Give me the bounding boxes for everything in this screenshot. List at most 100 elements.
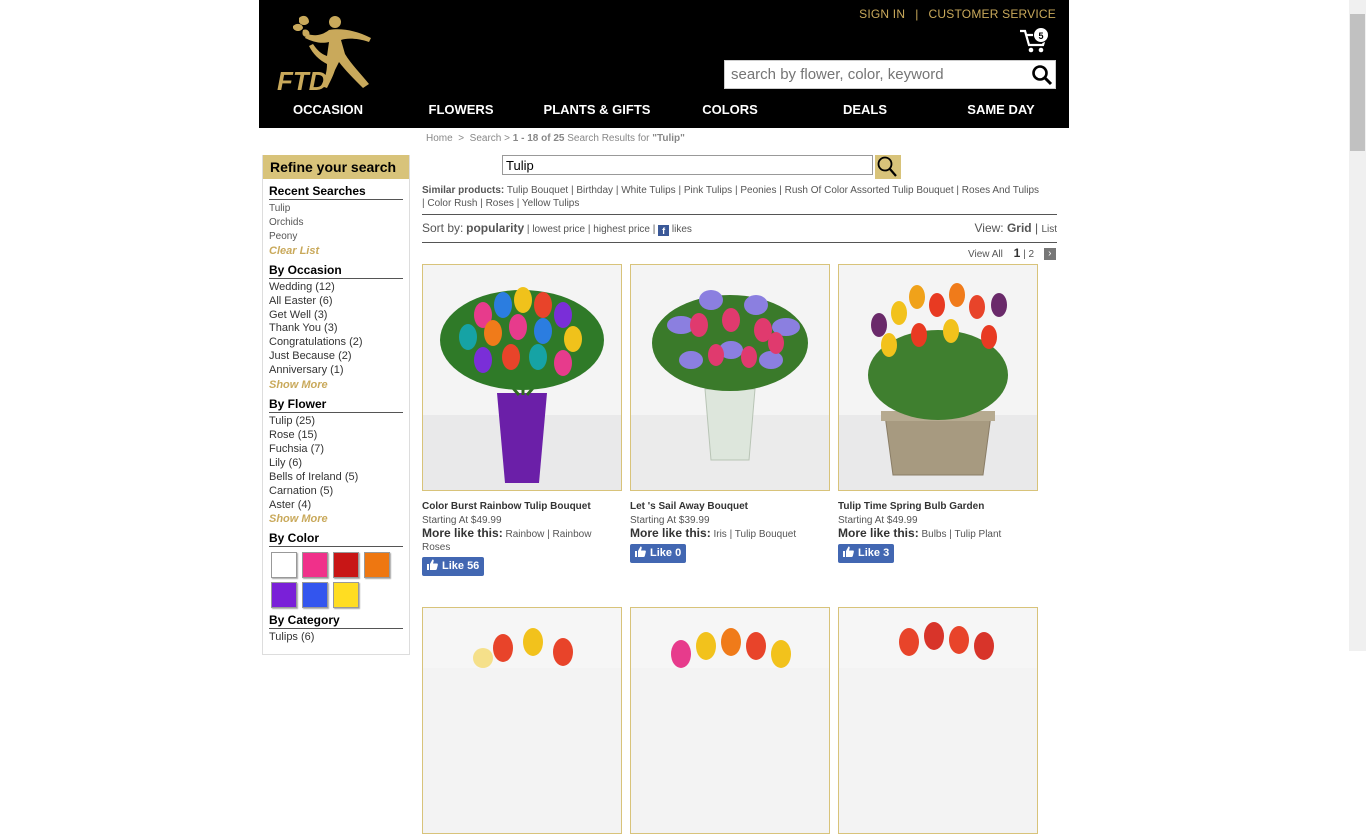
clear-list-link[interactable]: Clear List (269, 244, 403, 258)
similar-link[interactable]: Birthday (576, 185, 613, 196)
occasion-filter-item[interactable]: Just Because (2) (269, 350, 403, 364)
flower-filter-item[interactable]: Rose (15) (269, 429, 403, 443)
breadcrumb-home[interactable]: Home (426, 133, 453, 144)
color-swatch-orange[interactable] (364, 552, 390, 579)
nav-flowers[interactable]: FLOWERS (397, 102, 525, 122)
product-price: Starting At $39.99 (630, 515, 710, 526)
results-search-box (502, 155, 873, 175)
category-section: By Category Tulips (6) (263, 613, 409, 645)
flower-filter-item[interactable]: Bells of Ireland (5) (269, 471, 403, 485)
sort-lowest-price[interactable]: lowest price (532, 224, 585, 235)
more-like-this-links[interactable]: Iris | Tulip Bouquet (713, 529, 796, 540)
pagination: View All 1 | 2 › (968, 246, 1056, 260)
flower-heading: By Flower (269, 397, 403, 414)
header-search-input[interactable] (725, 61, 1025, 88)
nav-same-day[interactable]: SAME DAY (939, 102, 1063, 122)
similar-products: Similar products: Tulip Bouquet | Birthd… (422, 185, 1040, 209)
breadcrumb-search[interactable]: Search (470, 133, 502, 144)
product-card (630, 607, 830, 834)
breadcrumb-query: "Tulip" (652, 133, 685, 144)
search-icon[interactable] (1031, 64, 1053, 86)
similar-link[interactable]: Pink Tulips (684, 185, 732, 196)
similar-link[interactable]: Rush Of Color Assorted Tulip Bouquet (785, 185, 954, 196)
main-nav: OCCASION FLOWERS PLANTS & GIFTS COLORS D… (259, 102, 1069, 122)
color-swatch-pink[interactable] (302, 552, 328, 579)
results-search-input[interactable] (503, 156, 872, 174)
next-page-arrow-icon[interactable]: › (1043, 248, 1056, 260)
view-grid[interactable]: Grid (1007, 221, 1032, 235)
nav-occasion[interactable]: OCCASION (259, 102, 397, 122)
nav-plants-gifts[interactable]: PLANTS & GIFTS (525, 102, 669, 122)
similar-link[interactable]: Roses And Tulips (962, 185, 1039, 196)
flower-filter-item[interactable]: Carnation (5) (269, 485, 403, 499)
color-swatch-white[interactable] (271, 552, 297, 579)
vertical-scrollbar[interactable] (1349, 0, 1366, 651)
similar-link[interactable]: Peonies (740, 185, 776, 196)
flower-section: By Flower Tulip (25) Rose (15) Fuchsia (… (263, 397, 409, 526)
sort-highest-price[interactable]: highest price (593, 224, 650, 235)
facebook-like-button[interactable]: Like 0 (630, 544, 687, 563)
nav-deals[interactable]: DEALS (791, 102, 939, 122)
product-image[interactable] (422, 264, 622, 491)
product-image[interactable] (838, 264, 1038, 491)
results-search-button[interactable] (875, 155, 901, 179)
product-name[interactable]: Let 's Sail Away Bouquet (630, 501, 830, 512)
view-all-link[interactable]: View All (968, 249, 1003, 260)
customer-service-link[interactable]: CUSTOMER SERVICE (929, 7, 1056, 21)
facebook-like-button[interactable]: Like 56 (422, 557, 485, 576)
occasion-filter-item[interactable]: All Easter (6) (269, 295, 403, 309)
recent-searches-section: Recent Searches Tulip Orchids Peony Clea… (263, 184, 409, 258)
svg-text:FTD: FTD (277, 66, 328, 96)
product-image[interactable] (630, 264, 830, 491)
scrollbar-thumb[interactable] (1350, 14, 1365, 151)
color-swatches (271, 552, 403, 609)
flower-show-more-link[interactable]: Show More (269, 512, 403, 526)
sort-likes[interactable]: likes (672, 224, 692, 235)
product-name[interactable]: Tulip Time Spring Bulb Garden (838, 501, 1038, 512)
similar-link[interactable]: Roses (486, 198, 514, 209)
more-like-this-links[interactable]: Bulbs | Tulip Plant (921, 529, 1001, 540)
page-2-link[interactable]: 2 (1028, 249, 1034, 260)
color-swatch-yellow[interactable] (333, 582, 359, 609)
breadcrumb-results-count: 1 - 18 of 25 (512, 133, 565, 144)
thumbs-up-icon (843, 546, 854, 557)
flower-filter-item[interactable]: Lily (6) (269, 457, 403, 471)
top-links: SIGN IN | CUSTOMER SERVICE (859, 7, 1056, 21)
category-filter-item[interactable]: Tulips (6) (269, 631, 403, 645)
color-swatch-purple[interactable] (271, 582, 297, 609)
occasion-filter-item[interactable]: Thank You (3) (269, 322, 403, 336)
occasion-filter-item[interactable]: Wedding (12) (269, 281, 403, 295)
more-like-this-label: More like this: (838, 526, 919, 540)
occasion-filter-item[interactable]: Get Well (3) (269, 309, 403, 323)
sort-popularity[interactable]: popularity (466, 221, 524, 235)
refine-title: Refine your search (263, 155, 409, 179)
facebook-like-button[interactable]: Like 3 (838, 544, 895, 563)
flower-filter-item[interactable]: Fuchsia (7) (269, 443, 403, 457)
flower-filter-item[interactable]: Aster (4) (269, 499, 403, 513)
color-swatch-blue[interactable] (302, 582, 328, 609)
occasion-filter-item[interactable]: Anniversary (1) (269, 364, 403, 378)
similar-link[interactable]: Color Rush (427, 198, 477, 209)
similar-link[interactable]: Tulip Bouquet (507, 185, 568, 196)
color-swatch-red[interactable] (333, 552, 359, 579)
flower-filter-item[interactable]: Tulip (25) (269, 415, 403, 429)
occasion-show-more-link[interactable]: Show More (269, 378, 403, 392)
recent-search-item[interactable]: Orchids (269, 216, 403, 230)
product-image[interactable] (422, 607, 622, 834)
view-list[interactable]: List (1041, 224, 1057, 235)
cart-count-badge: 5 (1033, 27, 1049, 43)
product-image[interactable] (630, 607, 830, 834)
recent-search-item[interactable]: Peony (269, 230, 403, 244)
similar-products-label: Similar products: (422, 185, 505, 196)
similar-link[interactable]: Yellow Tulips (522, 198, 579, 209)
product-image[interactable] (838, 607, 1038, 834)
recent-search-item[interactable]: Tulip (269, 202, 403, 216)
sign-in-link[interactable]: SIGN IN (859, 7, 905, 21)
product-name[interactable]: Color Burst Rainbow Tulip Bouquet (422, 501, 622, 512)
occasion-filter-item[interactable]: Congratulations (2) (269, 336, 403, 350)
similar-link[interactable]: White Tulips (621, 185, 675, 196)
sort-label: Sort by: (422, 221, 464, 235)
ftd-logo[interactable]: FTD (275, 10, 385, 96)
occasion-heading: By Occasion (269, 263, 403, 279)
nav-colors[interactable]: COLORS (669, 102, 791, 122)
